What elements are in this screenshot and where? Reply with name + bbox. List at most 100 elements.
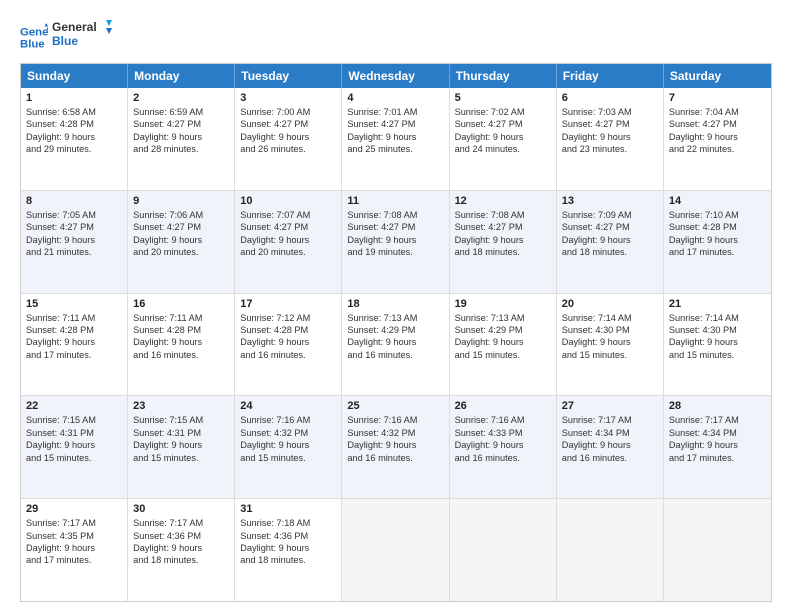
- day-cell: 5Sunrise: 7:02 AMSunset: 4:27 PMDaylight…: [450, 88, 557, 190]
- empty-cell: [664, 499, 771, 601]
- sunrise-text: Sunrise: 7:09 AM: [562, 209, 658, 221]
- day-number: 12: [455, 195, 551, 207]
- sunrise-text: Sunrise: 7:02 AM: [455, 106, 551, 118]
- day-cell: 21Sunrise: 7:14 AMSunset: 4:30 PMDayligh…: [664, 294, 771, 396]
- sunset-text: Sunset: 4:27 PM: [26, 221, 122, 233]
- daylight-line1: Daylight: 9 hours: [26, 131, 122, 143]
- day-cell: 17Sunrise: 7:12 AMSunset: 4:28 PMDayligh…: [235, 294, 342, 396]
- daylight-line2: and 16 minutes.: [347, 452, 443, 464]
- day-number: 11: [347, 195, 443, 207]
- sunrise-text: Sunrise: 7:15 AM: [26, 414, 122, 426]
- day-number: 25: [347, 400, 443, 412]
- day-cell: 8Sunrise: 7:05 AMSunset: 4:27 PMDaylight…: [21, 191, 128, 293]
- sunset-text: Sunset: 4:33 PM: [455, 427, 551, 439]
- day-cell: 14Sunrise: 7:10 AMSunset: 4:28 PMDayligh…: [664, 191, 771, 293]
- svg-text:General: General: [52, 20, 97, 34]
- day-number: 13: [562, 195, 658, 207]
- sunset-text: Sunset: 4:30 PM: [562, 324, 658, 336]
- weekday-header: Monday: [128, 64, 235, 88]
- empty-cell: [557, 499, 664, 601]
- sunrise-text: Sunrise: 7:07 AM: [240, 209, 336, 221]
- day-number: 19: [455, 298, 551, 310]
- day-cell: 6Sunrise: 7:03 AMSunset: 4:27 PMDaylight…: [557, 88, 664, 190]
- daylight-text: Daylight: 9 hoursand 15 minutes.: [562, 336, 658, 361]
- day-cell: 22Sunrise: 7:15 AMSunset: 4:31 PMDayligh…: [21, 396, 128, 498]
- sunrise-text: Sunrise: 7:01 AM: [347, 106, 443, 118]
- daylight-line1: Daylight: 9 hours: [133, 336, 229, 348]
- daylight-text: Daylight: 9 hoursand 15 minutes.: [669, 336, 766, 361]
- day-cell: 20Sunrise: 7:14 AMSunset: 4:30 PMDayligh…: [557, 294, 664, 396]
- sunset-text: Sunset: 4:28 PM: [26, 324, 122, 336]
- day-number: 10: [240, 195, 336, 207]
- daylight-line1: Daylight: 9 hours: [669, 234, 766, 246]
- daylight-line2: and 15 minutes.: [240, 452, 336, 464]
- sunrise-text: Sunrise: 7:00 AM: [240, 106, 336, 118]
- daylight-text: Daylight: 9 hoursand 18 minutes.: [455, 234, 551, 259]
- day-number: 7: [669, 92, 766, 104]
- calendar-row: 1Sunrise: 6:58 AMSunset: 4:28 PMDaylight…: [21, 88, 771, 191]
- daylight-line1: Daylight: 9 hours: [347, 131, 443, 143]
- daylight-line1: Daylight: 9 hours: [133, 234, 229, 246]
- sunrise-text: Sunrise: 7:13 AM: [455, 312, 551, 324]
- daylight-text: Daylight: 9 hoursand 15 minutes.: [455, 336, 551, 361]
- sunset-text: Sunset: 4:34 PM: [562, 427, 658, 439]
- sunrise-text: Sunrise: 7:17 AM: [26, 517, 122, 529]
- sunrise-text: Sunrise: 7:17 AM: [562, 414, 658, 426]
- sunrise-text: Sunrise: 7:17 AM: [669, 414, 766, 426]
- daylight-line1: Daylight: 9 hours: [455, 234, 551, 246]
- daylight-line2: and 18 minutes.: [240, 554, 336, 566]
- day-number: 26: [455, 400, 551, 412]
- day-number: 31: [240, 503, 336, 515]
- daylight-line1: Daylight: 9 hours: [562, 336, 658, 348]
- calendar-row: 8Sunrise: 7:05 AMSunset: 4:27 PMDaylight…: [21, 191, 771, 294]
- daylight-line2: and 23 minutes.: [562, 143, 658, 155]
- daylight-line2: and 15 minutes.: [133, 452, 229, 464]
- sunset-text: Sunset: 4:29 PM: [347, 324, 443, 336]
- sunset-text: Sunset: 4:27 PM: [669, 118, 766, 130]
- daylight-text: Daylight: 9 hoursand 16 minutes.: [133, 336, 229, 361]
- day-cell: 19Sunrise: 7:13 AMSunset: 4:29 PMDayligh…: [450, 294, 557, 396]
- day-number: 15: [26, 298, 122, 310]
- daylight-text: Daylight: 9 hoursand 16 minutes.: [347, 336, 443, 361]
- day-number: 18: [347, 298, 443, 310]
- sunset-text: Sunset: 4:34 PM: [669, 427, 766, 439]
- day-cell: 15Sunrise: 7:11 AMSunset: 4:28 PMDayligh…: [21, 294, 128, 396]
- day-number: 2: [133, 92, 229, 104]
- day-cell: 27Sunrise: 7:17 AMSunset: 4:34 PMDayligh…: [557, 396, 664, 498]
- daylight-line2: and 25 minutes.: [347, 143, 443, 155]
- day-number: 1: [26, 92, 122, 104]
- daylight-line2: and 28 minutes.: [133, 143, 229, 155]
- daylight-line1: Daylight: 9 hours: [240, 234, 336, 246]
- daylight-line1: Daylight: 9 hours: [240, 336, 336, 348]
- day-cell: 7Sunrise: 7:04 AMSunset: 4:27 PMDaylight…: [664, 88, 771, 190]
- daylight-text: Daylight: 9 hoursand 29 minutes.: [26, 131, 122, 156]
- daylight-text: Daylight: 9 hoursand 18 minutes.: [133, 542, 229, 567]
- sunset-text: Sunset: 4:27 PM: [240, 221, 336, 233]
- daylight-text: Daylight: 9 hoursand 16 minutes.: [455, 439, 551, 464]
- daylight-line1: Daylight: 9 hours: [562, 439, 658, 451]
- sunset-text: Sunset: 4:27 PM: [347, 221, 443, 233]
- day-number: 28: [669, 400, 766, 412]
- calendar-body: 1Sunrise: 6:58 AMSunset: 4:28 PMDaylight…: [21, 88, 771, 601]
- daylight-line2: and 16 minutes.: [133, 349, 229, 361]
- daylight-line2: and 18 minutes.: [455, 246, 551, 258]
- day-cell: 11Sunrise: 7:08 AMSunset: 4:27 PMDayligh…: [342, 191, 449, 293]
- sunrise-text: Sunrise: 7:16 AM: [240, 414, 336, 426]
- daylight-line1: Daylight: 9 hours: [240, 131, 336, 143]
- day-cell: 26 Sunrise: 7:16 AMSunset: 4:33 PMDayligh…: [450, 396, 557, 498]
- sunrise-text: Sunrise: 7:16 AM: [455, 414, 551, 426]
- sunrise-text: Sunrise: 7:13 AM: [347, 312, 443, 324]
- weekday-header: Sunday: [21, 64, 128, 88]
- daylight-line1: Daylight: 9 hours: [240, 439, 336, 451]
- sunrise-text: Sunrise: 7:16 AM: [347, 414, 443, 426]
- sunrise-text: Sunrise: 7:04 AM: [669, 106, 766, 118]
- daylight-line1: Daylight: 9 hours: [455, 439, 551, 451]
- page: General Blue General Blue SundayMondayTu…: [0, 0, 792, 612]
- day-cell: 25Sunrise: 7:16 AMSunset: 4:32 PMDayligh…: [342, 396, 449, 498]
- daylight-text: Daylight: 9 hoursand 28 minutes.: [133, 131, 229, 156]
- sunset-text: Sunset: 4:32 PM: [240, 427, 336, 439]
- daylight-text: Daylight: 9 hoursand 15 minutes.: [133, 439, 229, 464]
- day-number: 22: [26, 400, 122, 412]
- weekday-header: Tuesday: [235, 64, 342, 88]
- daylight-line1: Daylight: 9 hours: [455, 336, 551, 348]
